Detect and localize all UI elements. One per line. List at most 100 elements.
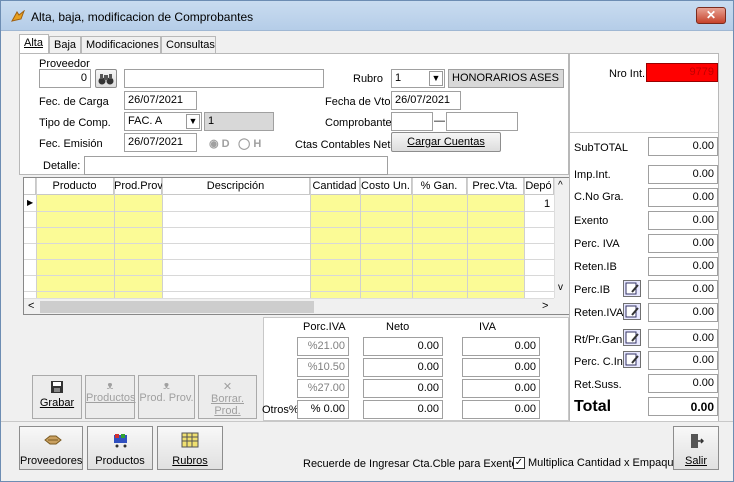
- edit-note-icon: [625, 331, 639, 344]
- reten-iva-calc-button[interactable]: [623, 303, 641, 320]
- grid-header-cantidad[interactable]: Cantidad: [310, 178, 360, 195]
- iva-neto-otros[interactable]: 0.00: [363, 400, 443, 419]
- proveedores-button[interactable]: Proveedores: [19, 426, 83, 470]
- imp-int-label: Imp.Int.: [574, 169, 611, 181]
- grid-header-deposito[interactable]: Depó: [524, 178, 554, 195]
- tab-alta[interactable]: Alta: [19, 34, 49, 54]
- rubro-select[interactable]: 1 ▼: [391, 69, 445, 88]
- rt-pr-gan-input[interactable]: 0.00: [648, 329, 718, 348]
- grid-header-indicator: [24, 178, 36, 195]
- perc-c-in-calc-button[interactable]: [623, 351, 641, 368]
- radio-d[interactable]: ◉ D: [209, 137, 230, 150]
- proveedor-code-input[interactable]: 0: [39, 69, 91, 88]
- borrar-prod-button[interactable]: ✕ Borrar. Prod.: [198, 375, 257, 419]
- detalle-input[interactable]: [84, 156, 388, 175]
- exento-label: Exento: [574, 215, 609, 227]
- totals-divider: [570, 132, 718, 133]
- perc-ib-calc-button[interactable]: [623, 280, 641, 297]
- scroll-down-icon[interactable]: v: [558, 282, 563, 293]
- comprobante-label: Comprobante: [325, 117, 392, 129]
- grid-header-descripcion[interactable]: Descripción: [162, 178, 310, 195]
- exento-input[interactable]: 0.00: [648, 211, 718, 230]
- binoculars-icon: ᴥ: [106, 380, 114, 392]
- grid-header-gan[interactable]: % Gan.: [412, 178, 467, 195]
- app-window: Alta, baja, modificacion de Comprobantes…: [0, 0, 734, 482]
- rt-pr-gan-calc-button[interactable]: [623, 329, 641, 346]
- grid-horizontal-scrollbar[interactable]: < >: [24, 298, 554, 314]
- grid-row-line: [24, 259, 554, 260]
- perc-c-in-input[interactable]: 0.00: [648, 351, 718, 370]
- fecha-vto-input[interactable]: 26/07/2021: [391, 91, 461, 110]
- grid-list-icon: [181, 432, 199, 448]
- multiplica-label: Multiplica Cantidad x Empaque: [528, 457, 680, 469]
- iva-value-105[interactable]: 0.00: [462, 358, 540, 377]
- tipo-comp-select[interactable]: FAC. A ▼: [124, 112, 202, 131]
- iva-neto-27[interactable]: 0.00: [363, 379, 443, 398]
- cart-icon: [114, 434, 127, 448]
- comprobante-punto-input[interactable]: [391, 112, 433, 131]
- nro-int-label: Nro Int.: [609, 68, 646, 80]
- grid-vertical-scrollbar[interactable]: ^ v: [554, 178, 569, 298]
- radio-h[interactable]: ◯ H: [238, 137, 261, 150]
- perc-iva-input[interactable]: 0.00: [648, 234, 718, 253]
- grabar-button[interactable]: Grabar: [32, 375, 82, 419]
- scroll-right-icon[interactable]: >: [542, 300, 548, 312]
- fec-emision-label: Fec. Emisión: [39, 138, 103, 150]
- perc-ib-label: Perc.IB: [574, 284, 611, 296]
- iva-value-21[interactable]: 0.00: [462, 337, 540, 356]
- fec-carga-label: Fec. de Carga: [39, 96, 109, 108]
- reten-iva-input[interactable]: 0.00: [648, 303, 718, 322]
- perc-ib-input[interactable]: 0.00: [648, 280, 718, 299]
- comprobante-numero-input[interactable]: [446, 112, 518, 131]
- cargar-cuentas-button[interactable]: Cargar Cuentas: [391, 132, 501, 152]
- total-label: Total: [574, 398, 612, 415]
- edit-note-icon: [625, 282, 639, 295]
- iva-value-27[interactable]: 0.00: [462, 379, 540, 398]
- productos-button[interactable]: Productos: [87, 426, 153, 470]
- scroll-up-icon[interactable]: ^: [558, 180, 563, 191]
- grid-header-prec-vta[interactable]: Prec.Vta.: [467, 178, 524, 195]
- reten-ib-input[interactable]: 0.00: [648, 257, 718, 276]
- tab-modificaciones[interactable]: Modificaciones: [81, 36, 161, 54]
- delete-icon: ✕: [222, 381, 233, 393]
- grid-cell-deposito[interactable]: 1: [544, 198, 550, 210]
- productos-action-button[interactable]: ᴥ Productos: [85, 375, 136, 419]
- iva-porc-otros[interactable]: % 0.00: [297, 400, 349, 419]
- exento-note: Recuerde de Ingresar Cta.Cble para Exent…: [303, 458, 518, 470]
- iva-neto-105[interactable]: 0.00: [363, 358, 443, 377]
- ret-suss-input[interactable]: 0.00: [648, 374, 718, 393]
- iva-neto-21[interactable]: 0.00: [363, 337, 443, 356]
- save-icon: [51, 381, 63, 393]
- salir-button[interactable]: Salir: [673, 426, 719, 470]
- handshake-icon: [44, 435, 62, 445]
- tab-consultas[interactable]: Consultas: [161, 36, 216, 54]
- fec-emision-input[interactable]: 26/07/2021: [124, 133, 197, 152]
- products-grid[interactable]: Producto Prod.Prov. Descripción Cantidad…: [23, 177, 570, 315]
- c-no-gra-input[interactable]: 0.00: [648, 188, 718, 207]
- chevron-down-icon: ▼: [186, 114, 200, 129]
- scroll-thumb[interactable]: [40, 301, 314, 313]
- fec-carga-input[interactable]: 26/07/2021: [124, 91, 197, 110]
- multiplica-checkbox[interactable]: ✓: [513, 457, 525, 469]
- search-proveedor-button[interactable]: [95, 69, 117, 88]
- grid-header-prod-prov[interactable]: Prod.Prov.: [114, 178, 165, 195]
- tab-baja[interactable]: Baja: [49, 36, 81, 54]
- edit-note-icon: [625, 305, 639, 318]
- imp-int-input[interactable]: 0.00: [648, 165, 718, 184]
- rubros-button[interactable]: Rubros: [157, 426, 223, 470]
- grid-header-producto[interactable]: Producto: [36, 178, 114, 195]
- reten-ib-label: Reten.IB: [574, 261, 617, 273]
- fecha-vto-label: Fecha de Vto: [325, 96, 391, 108]
- grid-col-line: [467, 178, 468, 298]
- tipo-comp-code-field: 1: [204, 112, 274, 131]
- close-button[interactable]: ✕: [696, 7, 726, 24]
- proveedor-name-input[interactable]: [124, 69, 324, 88]
- grid-row-line: [24, 291, 554, 292]
- total-field: 0.00: [648, 397, 718, 416]
- chevron-down-icon: ▼: [429, 71, 443, 86]
- prod-prov-action-button[interactable]: ᴥ Prod. Prov.: [138, 375, 195, 419]
- bottom-toolbar: Proveedores Productos Rubros Recuerde de…: [1, 421, 733, 481]
- scroll-left-icon[interactable]: <: [28, 300, 34, 312]
- grid-header-costo-un[interactable]: Costo Un.: [360, 178, 412, 195]
- iva-value-otros[interactable]: 0.00: [462, 400, 540, 419]
